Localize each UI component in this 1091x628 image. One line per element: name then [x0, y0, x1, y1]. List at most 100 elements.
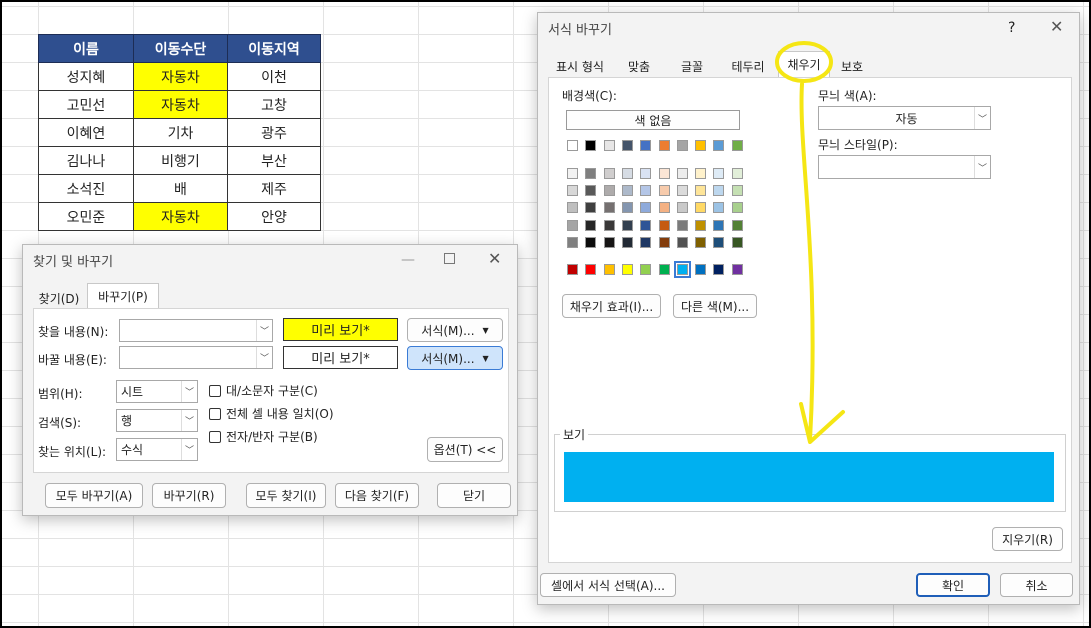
- color-swatch[interactable]: [603, 168, 615, 179]
- table-cell[interactable]: 제주: [227, 174, 321, 203]
- color-swatch[interactable]: [676, 185, 688, 197]
- color-swatch[interactable]: [658, 202, 670, 214]
- table-cell[interactable]: 비행기: [133, 146, 228, 175]
- color-swatch[interactable]: [585, 140, 597, 151]
- no-color-button[interactable]: 색 없음: [566, 110, 740, 130]
- color-swatch[interactable]: [585, 168, 597, 179]
- dropdown-arrow-icon[interactable]: ▼: [483, 354, 489, 363]
- table-cell[interactable]: 부산: [227, 146, 321, 175]
- color-swatch[interactable]: [658, 219, 670, 231]
- match-byte-checkbox[interactable]: 전자/반자 구분(B): [209, 428, 318, 445]
- color-swatch[interactable]: [640, 185, 652, 197]
- color-swatch[interactable]: [695, 219, 707, 231]
- color-swatch[interactable]: [731, 202, 743, 214]
- header-region[interactable]: 이동지역: [227, 34, 321, 63]
- tab-alignment[interactable]: 맞춤: [614, 55, 664, 77]
- chevron-down-icon[interactable]: ﹀: [181, 381, 197, 402]
- maximize-icon[interactable]: [444, 253, 455, 264]
- color-swatch[interactable]: [713, 236, 725, 248]
- color-swatch[interactable]: [567, 236, 578, 248]
- look-in-select[interactable]: 수식 ﹀: [116, 438, 198, 461]
- color-swatch[interactable]: [731, 140, 743, 151]
- color-swatch[interactable]: [585, 202, 597, 214]
- tab-number[interactable]: 표시 형식: [548, 55, 612, 77]
- replace-with-input[interactable]: ﹀: [119, 346, 273, 369]
- dropdown-arrow-icon[interactable]: ▼: [483, 326, 489, 335]
- color-swatch[interactable]: [676, 140, 688, 151]
- table-cell[interactable]: 이혜연: [38, 118, 134, 147]
- color-swatch[interactable]: [603, 202, 615, 214]
- chevron-down-icon[interactable]: ﹀: [181, 410, 197, 431]
- color-swatch[interactable]: [731, 168, 743, 179]
- close-icon[interactable]: ✕: [488, 249, 501, 268]
- chevron-down-icon[interactable]: ﹀: [256, 347, 272, 368]
- chevron-down-icon[interactable]: ﹀: [974, 156, 990, 178]
- color-swatch[interactable]: [567, 185, 578, 197]
- choose-format-from-cell-button[interactable]: 셀에서 서식 선택(A)...: [540, 573, 676, 597]
- header-transport[interactable]: 이동수단: [133, 34, 228, 63]
- color-swatch[interactable]: [603, 185, 615, 197]
- header-name[interactable]: 이름: [38, 34, 134, 63]
- table-cell[interactable]: 소석진: [38, 174, 134, 203]
- chevron-down-icon[interactable]: ﹀: [974, 107, 990, 129]
- color-swatch[interactable]: [731, 236, 743, 248]
- color-swatch[interactable]: [676, 168, 688, 179]
- color-swatch[interactable]: [731, 264, 743, 275]
- color-swatch[interactable]: [567, 168, 578, 179]
- clear-button[interactable]: 지우기(R): [992, 527, 1063, 551]
- color-swatch[interactable]: [567, 202, 578, 214]
- table-cell[interactable]: 자동차: [133, 62, 228, 91]
- color-swatch[interactable]: [695, 264, 707, 275]
- help-icon[interactable]: ?: [1008, 20, 1015, 36]
- close-button[interactable]: 닫기: [437, 483, 511, 508]
- search-select[interactable]: 행 ﹀: [116, 409, 198, 432]
- color-swatch[interactable]: [567, 140, 578, 151]
- color-swatch[interactable]: [713, 202, 725, 214]
- color-swatch[interactable]: [603, 219, 615, 231]
- color-swatch[interactable]: [567, 219, 578, 231]
- color-swatch[interactable]: [713, 185, 725, 197]
- table-cell[interactable]: 오민준: [38, 202, 134, 231]
- color-swatch[interactable]: [713, 219, 725, 231]
- find-preview[interactable]: 미리 보기*: [283, 318, 398, 341]
- color-swatch[interactable]: [621, 219, 633, 231]
- color-swatch[interactable]: [676, 202, 688, 214]
- replace-all-button[interactable]: 모두 바꾸기(A): [45, 483, 143, 508]
- tab-find[interactable]: 찾기(D): [35, 287, 83, 309]
- color-swatch[interactable]: [603, 236, 615, 248]
- color-swatch[interactable]: [640, 219, 652, 231]
- find-format-button[interactable]: 서식(M)... ▼: [407, 318, 503, 342]
- table-cell[interactable]: 고창: [227, 90, 321, 119]
- chevron-down-icon[interactable]: ﹀: [256, 320, 272, 341]
- tab-protection[interactable]: 보호: [832, 55, 872, 77]
- format-titlebar[interactable]: 서식 바꾸기: [538, 13, 1079, 43]
- color-swatch[interactable]: [695, 236, 707, 248]
- color-swatch[interactable]: [713, 168, 725, 179]
- table-cell[interactable]: 배: [133, 174, 228, 203]
- match-case-checkbox[interactable]: 대/소문자 구분(C): [209, 382, 318, 399]
- color-swatch[interactable]: [621, 185, 633, 197]
- minimize-icon[interactable]: —: [401, 252, 415, 268]
- table-cell[interactable]: 고민선: [38, 90, 134, 119]
- color-swatch[interactable]: [695, 185, 707, 197]
- table-cell[interactable]: 성지혜: [38, 62, 134, 91]
- find-what-input[interactable]: ﹀: [119, 319, 273, 342]
- color-swatch[interactable]: [731, 185, 743, 197]
- replace-format-button[interactable]: 서식(M)... ▼: [407, 346, 503, 370]
- color-swatch[interactable]: [695, 202, 707, 214]
- pattern-style-select[interactable]: ﹀: [818, 155, 991, 179]
- scope-select[interactable]: 시트 ﹀: [116, 380, 198, 403]
- color-swatch[interactable]: [640, 236, 652, 248]
- ok-button[interactable]: 확인: [916, 573, 990, 597]
- find-next-button[interactable]: 다음 찾기(F): [335, 483, 419, 508]
- color-swatch[interactable]: [621, 264, 633, 275]
- table-cell[interactable]: 자동차: [133, 202, 228, 231]
- color-swatch[interactable]: [673, 261, 691, 278]
- color-swatch[interactable]: [585, 236, 597, 248]
- tab-border[interactable]: 테두리: [720, 55, 776, 77]
- color-swatch[interactable]: [695, 140, 707, 151]
- find-replace-titlebar[interactable]: 찾기 및 바꾸기: [23, 245, 517, 275]
- color-swatch[interactable]: [603, 264, 615, 275]
- tab-replace[interactable]: 바꾸기(P): [87, 283, 159, 309]
- table-cell[interactable]: 김나나: [38, 146, 134, 175]
